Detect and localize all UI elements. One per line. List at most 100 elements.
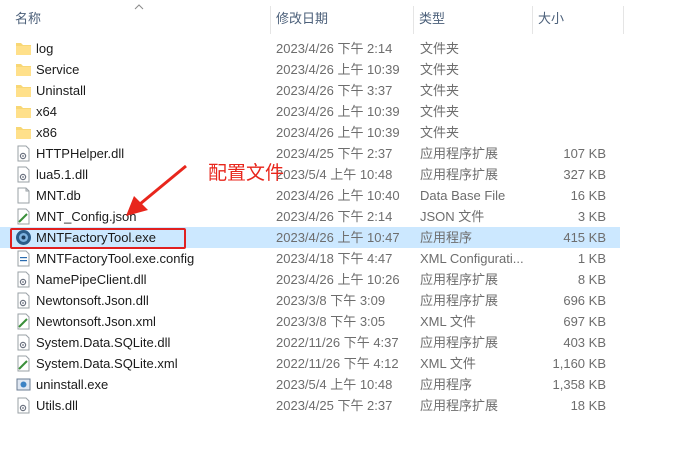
file-type: 文件夹: [420, 62, 460, 77]
file-type: XML Configurati...: [420, 251, 524, 266]
file-type: JSON 文件: [420, 209, 485, 224]
file-size: 1 KB: [577, 251, 606, 266]
file-row[interactable]: x64 2023/4/26 上午 10:39 文件夹: [0, 101, 620, 122]
file-date: 2023/4/26 上午 10:47: [276, 230, 400, 245]
file-type: 文件夹: [420, 83, 460, 98]
file-name: MNT.db: [36, 188, 81, 203]
annotation-label: 配置文件: [208, 162, 285, 184]
file-date: 2022/11/26 下午 4:37: [276, 335, 399, 350]
file-row[interactable]: Utils.dll 2023/4/25 下午 2:37 应用程序扩展 18 KB: [0, 395, 620, 416]
folder-icon: [15, 103, 32, 120]
file-type: XML 文件: [420, 314, 476, 329]
file-row[interactable]: Uninstall 2023/4/26 下午 3:37 文件夹: [0, 80, 620, 101]
folder-icon: [15, 61, 32, 78]
file-date: 2023/4/26 上午 10:26: [276, 272, 400, 287]
file-type: 应用程序扩展: [420, 335, 499, 350]
file-row[interactable]: MNTFactoryTool.exe.config 2023/4/18 下午 4:…: [0, 248, 620, 269]
file-name: System.Data.SQLite.dll: [36, 335, 171, 350]
file-name: x86: [36, 125, 57, 140]
dll-icon: [15, 271, 32, 288]
file-size: 18 KB: [570, 398, 606, 413]
file-row[interactable]: uninstall.exe 2023/5/4 上午 10:48 应用程序 1,358 …: [0, 374, 620, 395]
file-type: XML 文件: [420, 356, 476, 371]
file-row[interactable]: MNT_Config.json 2023/4/26 下午 2:14 JSON 文件 3…: [0, 206, 620, 227]
dll-icon: [15, 292, 32, 309]
column-header-bar: 名称 修改日期 类型 大小: [0, 0, 696, 38]
folder-icon: [15, 40, 32, 57]
file-row[interactable]: Newtonsoft.Json.dll 2023/3/8 下午 3:09 应用程序扩…: [0, 290, 620, 311]
column-header-size-label: 大小: [538, 11, 565, 26]
file-date: 2023/4/26 下午 2:14: [276, 41, 393, 56]
file-row[interactable]: System.Data.SQLite.xml 2022/11/26 下午 4:12…: [0, 353, 620, 374]
file-size: 1,160 KB: [552, 356, 607, 371]
file-row[interactable]: HTTPHelper.dll 2023/4/25 下午 2:37 应用程序扩展 107…: [0, 143, 620, 164]
file-name: log: [36, 41, 54, 56]
file-date: 2023/4/25 下午 2:37: [276, 146, 393, 161]
file-date: 2023/4/26 上午 10:39: [276, 104, 400, 119]
file-row[interactable]: System.Data.SQLite.dll 2022/11/26 下午 4:37…: [0, 332, 620, 353]
file-row[interactable]: Service 2023/4/26 上午 10:39 文件夹: [0, 59, 620, 80]
file-date: 2023/3/8 下午 3:05: [276, 314, 386, 329]
file-size: 696 KB: [563, 293, 606, 308]
column-header-date[interactable]: 修改日期: [271, 0, 413, 38]
file-name: MNTFactoryTool.exe.config: [36, 251, 195, 266]
file-type: 应用程序: [420, 377, 473, 392]
column-header-size[interactable]: 大小: [533, 0, 623, 38]
file-date: 2023/4/25 下午 2:37: [276, 398, 393, 413]
config-icon: [15, 250, 32, 267]
file-row[interactable]: Newtonsoft.Json.xml 2023/3/8 下午 3:05 XML 文…: [0, 311, 620, 332]
file-size: 697 KB: [563, 314, 606, 329]
dll-icon: [15, 334, 32, 351]
file-type: 应用程序: [420, 230, 473, 245]
dll-icon: [15, 145, 32, 162]
file-row[interactable]: NamePipeClient.dll 2023/4/26 上午 10:26 应用程序…: [0, 269, 620, 290]
file-row[interactable]: log 2023/4/26 下午 2:14 文件夹: [0, 38, 620, 59]
file-type: 应用程序扩展: [420, 146, 499, 161]
file-name: Newtonsoft.Json.dll: [36, 293, 149, 308]
file-type: 文件夹: [420, 104, 460, 119]
xml-file-icon: [15, 313, 32, 330]
file-row[interactable]: MNT.db 2023/4/26 上午 10:40 Data Base File 16…: [0, 185, 620, 206]
column-header-name-label: 名称: [15, 11, 42, 26]
file-icon: [15, 187, 32, 204]
file-row[interactable]: lua5.1.dll 2023/5/4 上午 10:48 应用程序扩展 327 KB: [0, 164, 620, 185]
file-date: 2023/4/26 下午 3:37: [276, 83, 393, 98]
column-header-type[interactable]: 类型: [414, 0, 532, 38]
file-size: 1,358 KB: [552, 377, 607, 392]
file-date: 2023/5/4 上午 10:48: [276, 377, 393, 392]
file-date: 2023/4/26 上午 10:39: [276, 125, 400, 140]
file-size: 327 KB: [563, 167, 606, 182]
file-type: 应用程序扩展: [420, 272, 499, 287]
folder-icon: [15, 124, 32, 141]
file-name: Service: [36, 62, 80, 77]
file-name: uninstall.exe: [36, 377, 109, 392]
file-type: 应用程序扩展: [420, 167, 499, 182]
file-size: 403 KB: [563, 335, 606, 350]
highlight-box: [10, 228, 186, 249]
file-name: Newtonsoft.Json.xml: [36, 314, 156, 329]
file-size: 16 KB: [570, 188, 606, 203]
file-name: Utils.dll: [36, 398, 78, 413]
file-name: x64: [36, 104, 57, 119]
xml-file-icon: [15, 355, 32, 372]
column-header-type-label: 类型: [419, 11, 446, 26]
folder-icon: [15, 82, 32, 99]
file-type: 应用程序扩展: [420, 398, 499, 413]
installer-icon: [15, 376, 32, 393]
file-date: 2022/11/26 下午 4:12: [276, 356, 399, 371]
file-name: lua5.1.dll: [36, 167, 89, 182]
file-row[interactable]: x86 2023/4/26 上午 10:39 文件夹: [0, 122, 620, 143]
file-date: 2023/4/26 上午 10:40: [276, 188, 400, 203]
dll-icon: [15, 397, 32, 414]
file-name: HTTPHelper.dll: [36, 146, 125, 161]
column-divider[interactable]: [623, 6, 624, 34]
file-size: 415 KB: [563, 230, 606, 245]
file-type: 文件夹: [420, 125, 460, 140]
sort-ascending-icon: [134, 4, 144, 10]
file-name: System.Data.SQLite.xml: [36, 356, 178, 371]
file-type: Data Base File: [420, 188, 506, 203]
file-type: 文件夹: [420, 41, 460, 56]
annotation-arrow: [126, 164, 187, 216]
file-date: 2023/4/18 下午 4:47: [276, 251, 393, 266]
file-date: 2023/3/8 下午 3:09: [276, 293, 386, 308]
